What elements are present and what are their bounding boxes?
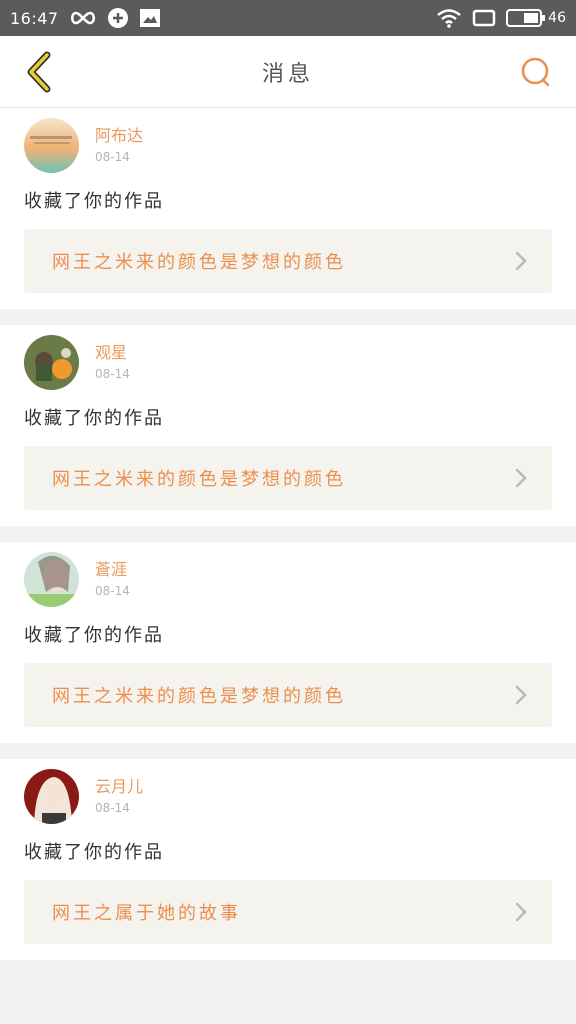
- sync-icon: [107, 7, 129, 29]
- avatar[interactable]: [24, 118, 79, 173]
- status-left: 16:47: [10, 7, 161, 29]
- action-text: 收藏了你的作品: [24, 408, 164, 429]
- back-button[interactable]: [18, 50, 62, 94]
- battery-icon: [506, 8, 546, 28]
- user-info: 蒼涯 08-14: [95, 552, 130, 598]
- chevron-right-icon: [515, 468, 527, 488]
- username[interactable]: 阿布达: [95, 122, 143, 146]
- status-bar: 16:47 46: [0, 0, 576, 36]
- username[interactable]: 观星: [95, 339, 130, 363]
- screen-rotate-icon: [472, 9, 496, 27]
- user-info: 云月儿 08-14: [95, 769, 143, 815]
- chevron-right-icon: [515, 685, 527, 705]
- notification-card: 观星 08-14 收藏了你的作品 网王之米来的颜色是梦想的颜色: [0, 325, 576, 526]
- date: 08-14: [95, 150, 130, 164]
- navigation-bar: 消息: [0, 36, 576, 108]
- user-row: 云月儿 08-14: [24, 769, 552, 824]
- work-link[interactable]: 网王之米来的颜色是梦想的颜色: [24, 446, 552, 510]
- avatar[interactable]: [24, 335, 79, 390]
- page-title: 消息: [261, 61, 314, 87]
- date: 08-14: [95, 801, 130, 815]
- work-link[interactable]: 网王之米来的颜色是梦想的颜色: [24, 229, 552, 293]
- avatar[interactable]: [24, 769, 79, 824]
- infinity-icon: [69, 10, 97, 26]
- work-link[interactable]: 网王之米来的颜色是梦想的颜色: [24, 663, 552, 727]
- action-text: 收藏了你的作品: [24, 625, 164, 646]
- notification-card: 云月儿 08-14 收藏了你的作品 网王之属于她的故事: [0, 759, 576, 960]
- username[interactable]: 云月儿: [95, 773, 143, 797]
- action-text: 收藏了你的作品: [24, 191, 164, 212]
- user-row: 阿布达 08-14: [24, 118, 552, 173]
- work-title: 网王之米来的颜色是梦想的颜色: [52, 686, 346, 707]
- search-button[interactable]: [514, 50, 558, 94]
- wifi-icon: [436, 8, 462, 28]
- user-row: 观星 08-14: [24, 335, 552, 390]
- notification-card: 蒼涯 08-14 收藏了你的作品 网王之米来的颜色是梦想的颜色: [0, 542, 576, 743]
- chevron-right-icon: [515, 902, 527, 922]
- battery-level: 46: [548, 10, 566, 26]
- image-icon: [139, 8, 161, 28]
- date: 08-14: [95, 584, 130, 598]
- chevron-right-icon: [515, 251, 527, 271]
- date: 08-14: [95, 367, 130, 381]
- notification-card: 阿布达 08-14 收藏了你的作品 网王之米来的颜色是梦想的颜色: [0, 108, 576, 309]
- notification-list: 阿布达 08-14 收藏了你的作品 网王之米来的颜色是梦想的颜色 观星 08-1…: [0, 108, 576, 976]
- avatar[interactable]: [24, 552, 79, 607]
- work-link[interactable]: 网王之属于她的故事: [24, 880, 552, 944]
- user-row: 蒼涯 08-14: [24, 552, 552, 607]
- action-text: 收藏了你的作品: [24, 842, 164, 863]
- status-time: 16:47: [10, 8, 59, 28]
- user-info: 观星 08-14: [95, 335, 130, 381]
- username[interactable]: 蒼涯: [95, 556, 130, 580]
- work-title: 网王之属于她的故事: [52, 903, 241, 924]
- search-icon: [521, 57, 550, 86]
- status-right: 46: [436, 8, 566, 28]
- chevron-left-icon: [27, 51, 51, 92]
- user-info: 阿布达 08-14: [95, 118, 143, 164]
- work-title: 网王之米来的颜色是梦想的颜色: [52, 469, 346, 490]
- work-title: 网王之米来的颜色是梦想的颜色: [52, 252, 346, 273]
